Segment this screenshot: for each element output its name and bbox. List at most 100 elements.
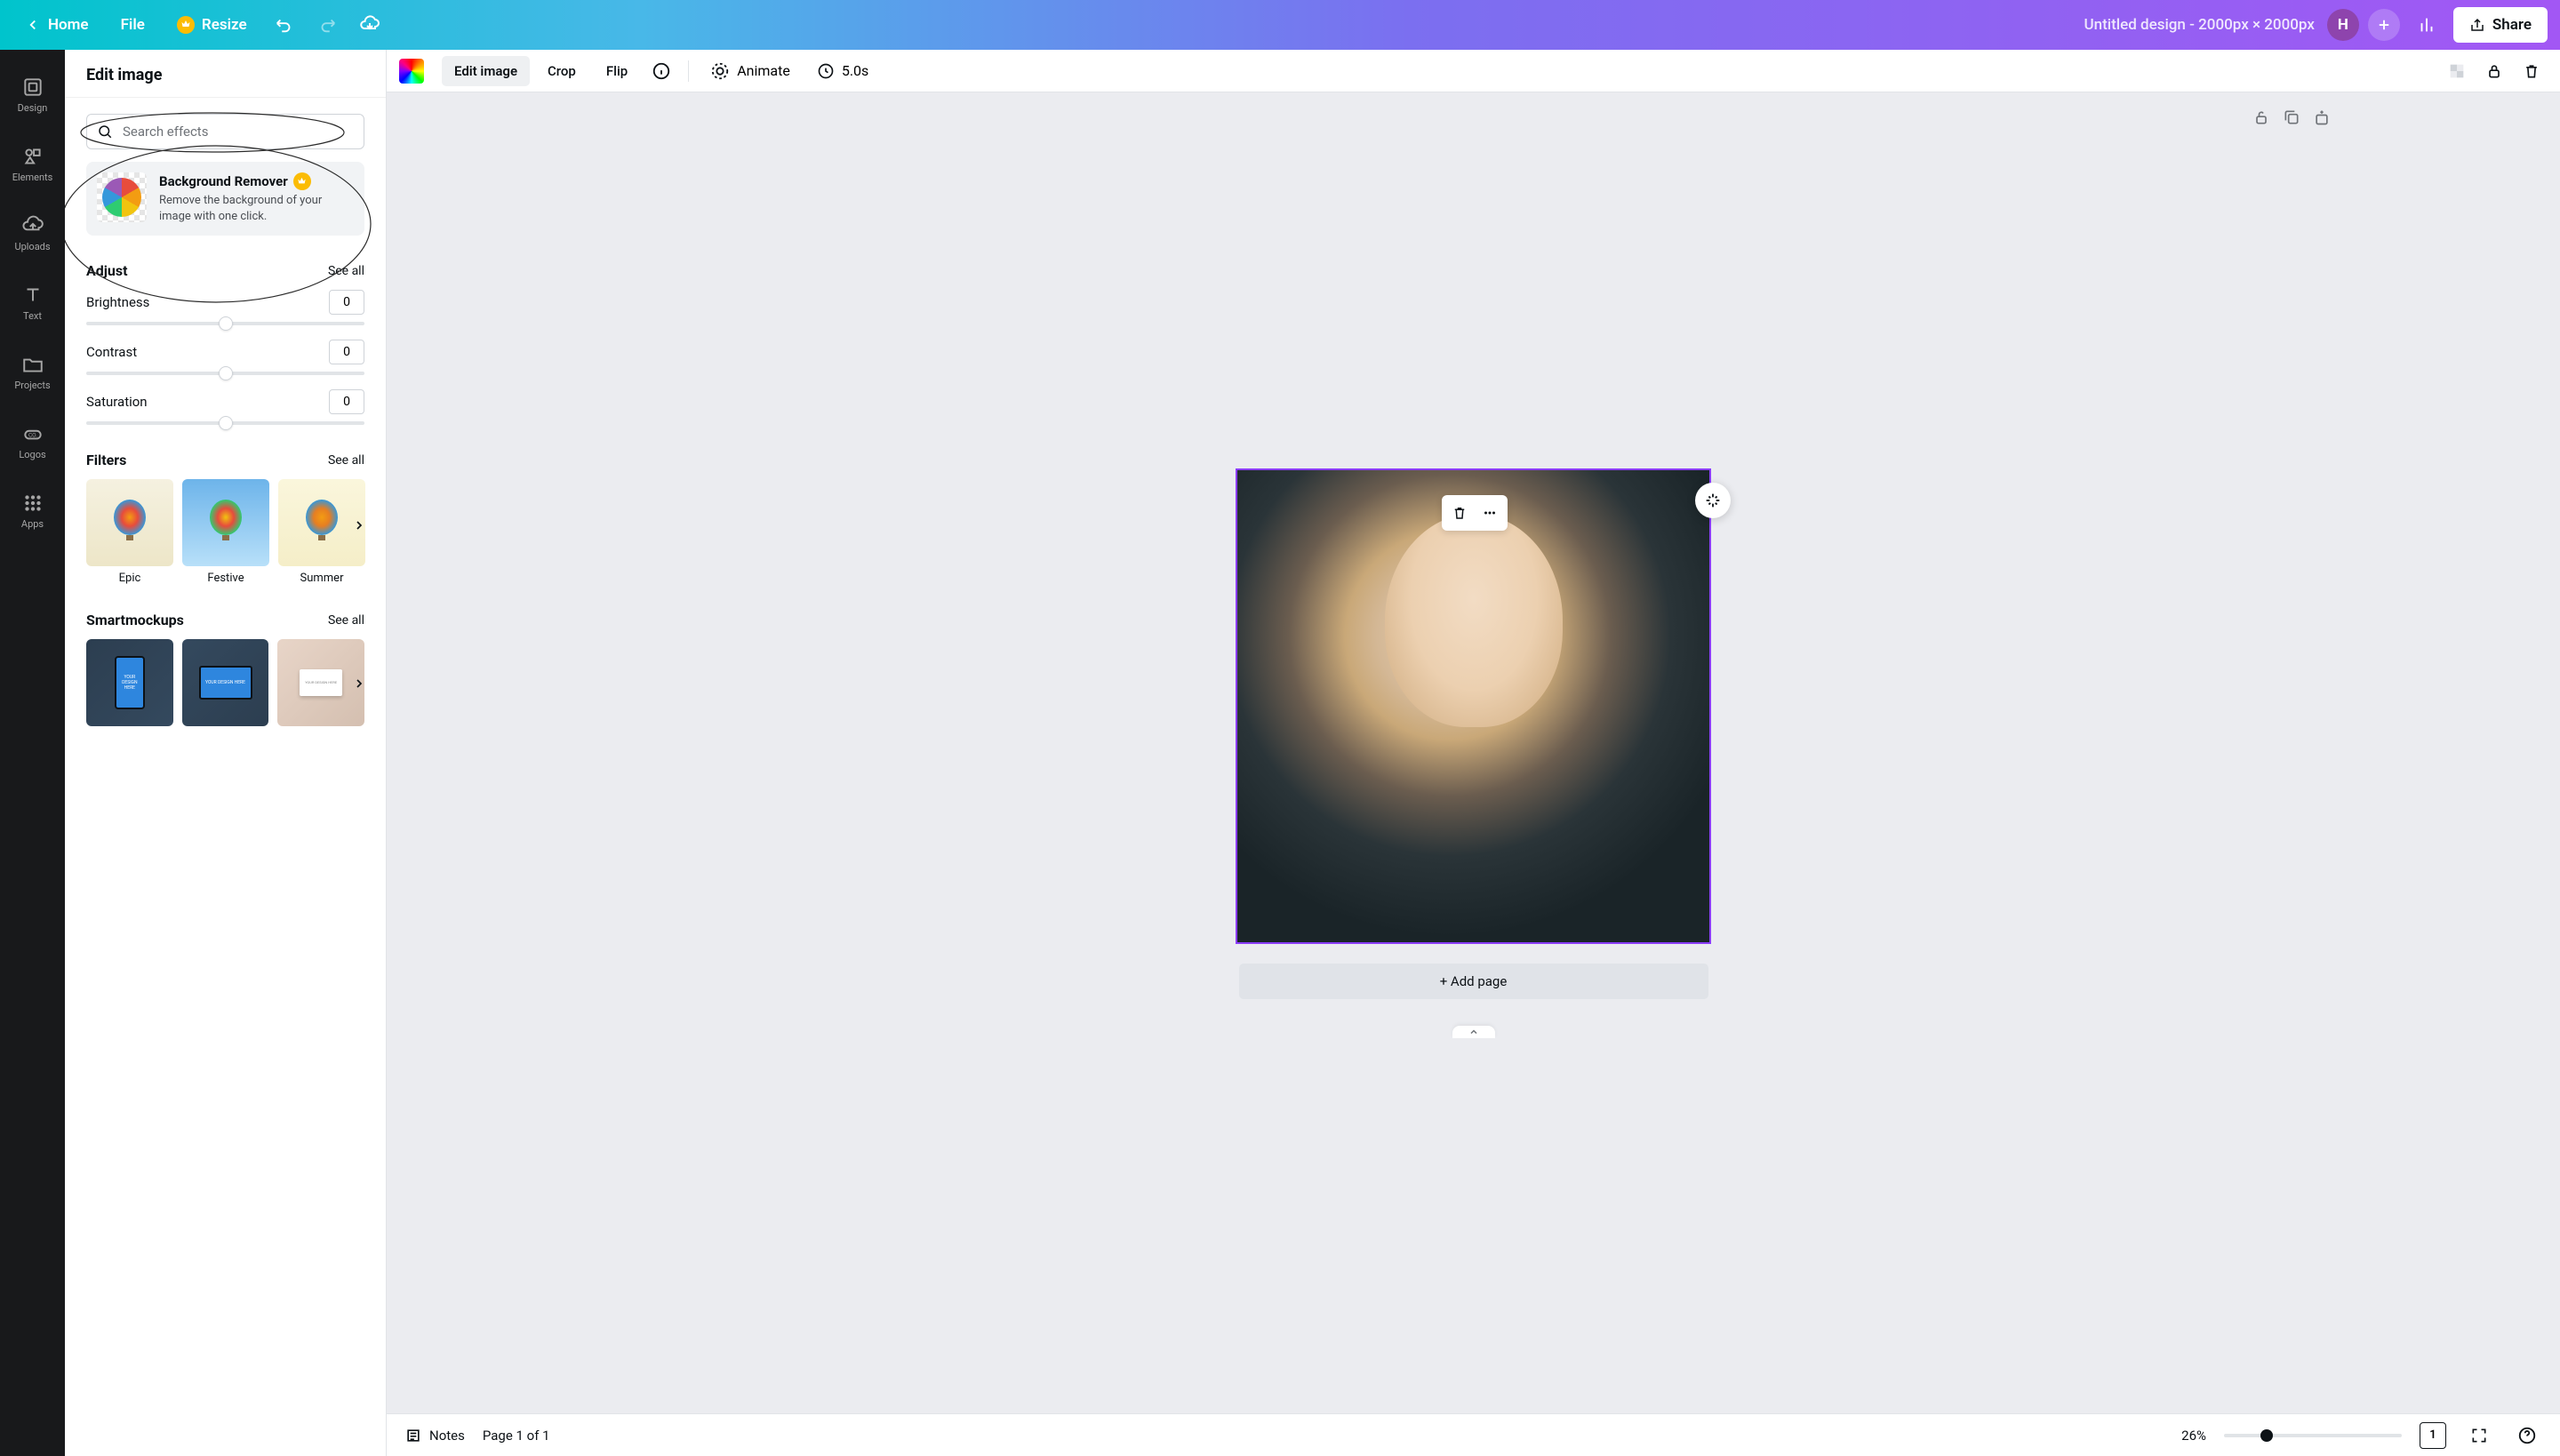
- element-more-button[interactable]: [1476, 499, 1504, 527]
- filters-next-button[interactable]: [348, 515, 370, 536]
- plus-icon: [2376, 17, 2392, 33]
- apps-icon: [21, 492, 44, 515]
- contrast-value[interactable]: 0: [329, 340, 364, 364]
- nav-text-label: Text: [23, 310, 42, 322]
- info-button[interactable]: [645, 55, 677, 87]
- more-icon: [1482, 505, 1498, 521]
- share-button[interactable]: Share: [2453, 7, 2548, 43]
- edit-image-button[interactable]: Edit image: [442, 56, 530, 86]
- zoom-slider-thumb[interactable]: [2260, 1429, 2273, 1442]
- search-wrap: [86, 114, 364, 149]
- nav-uploads[interactable]: Uploads: [1, 201, 65, 265]
- insights-button[interactable]: [2409, 7, 2444, 43]
- slider-thumb[interactable]: [219, 316, 233, 331]
- panel-title: Edit image: [65, 50, 386, 98]
- bottom-bar: Notes Page 1 of 1 26% 1: [387, 1413, 2560, 1456]
- add-page-above-icon[interactable]: [2313, 108, 2331, 126]
- nav-design[interactable]: Design: [1, 62, 65, 126]
- saturation-value[interactable]: 0: [329, 389, 364, 414]
- delete-button[interactable]: [2516, 55, 2548, 87]
- bg-remover-title: Background Remover: [159, 173, 288, 189]
- brightness-value[interactable]: 0: [329, 290, 364, 315]
- filter-summer-name: Summer: [278, 572, 365, 585]
- mockup-laptop[interactable]: YOUR DESIGN HERE: [182, 639, 269, 726]
- filter-festive[interactable]: Festive: [182, 479, 269, 585]
- crop-button[interactable]: Crop: [535, 56, 588, 86]
- contrast-slider[interactable]: [86, 372, 364, 375]
- smartmockups-see-all[interactable]: See all: [328, 613, 364, 628]
- unlock-page-icon[interactable]: [2252, 108, 2270, 126]
- add-member-button[interactable]: [2368, 9, 2400, 41]
- mockup-phone[interactable]: YOUR DESIGN HERE: [86, 639, 173, 726]
- file-button[interactable]: File: [108, 9, 157, 41]
- cloud-sync-button[interactable]: [352, 7, 388, 43]
- mockups-next-button[interactable]: [348, 673, 370, 694]
- transparency-button[interactable]: [2441, 55, 2473, 87]
- timing-button[interactable]: 5.0s: [806, 57, 879, 85]
- brightness-label: Brightness: [86, 294, 149, 310]
- duplicate-page-icon[interactable]: [2283, 108, 2300, 126]
- context-toolbar: Edit image Crop Flip Animate 5.0s: [387, 50, 2560, 92]
- help-button[interactable]: [2512, 1420, 2542, 1451]
- avatar-initial: H: [2338, 16, 2348, 34]
- canvas-viewport[interactable]: + Add page: [387, 92, 2560, 1413]
- collapse-footer-tab[interactable]: [1452, 1026, 1495, 1038]
- nav-logos[interactable]: CO. Logos: [1, 409, 65, 473]
- nav-projects[interactable]: Projects: [1, 340, 65, 404]
- canvas-frame[interactable]: [1236, 468, 1711, 944]
- saturation-slider[interactable]: [86, 421, 364, 425]
- resize-button[interactable]: Resize: [164, 9, 260, 41]
- bg-remover-thumb: [97, 172, 147, 222]
- ai-suggest-button[interactable]: [1695, 483, 1731, 518]
- filters-title: Filters: [86, 452, 126, 468]
- color-swatch-button[interactable]: [399, 59, 424, 84]
- delete-element-button[interactable]: [1445, 499, 1474, 527]
- balloon-icon: [295, 496, 348, 549]
- header-center: Untitled design - 2000px × 2000px: [388, 16, 2327, 34]
- search-input[interactable]: [86, 114, 364, 149]
- zoom-slider[interactable]: [2224, 1434, 2402, 1437]
- redo-icon: [317, 15, 337, 35]
- zoom-percent[interactable]: 26%: [2181, 1428, 2206, 1444]
- nav-text[interactable]: Text: [1, 270, 65, 334]
- info-icon: [652, 61, 671, 81]
- lock-button[interactable]: [2478, 55, 2510, 87]
- document-title[interactable]: Untitled design - 2000px × 2000px: [2084, 16, 2315, 34]
- elements-icon: [21, 145, 44, 168]
- brightness-slider[interactable]: [86, 322, 364, 325]
- trash-icon: [1452, 505, 1468, 521]
- svg-text:CO.: CO.: [28, 431, 36, 438]
- slider-thumb[interactable]: [219, 416, 233, 430]
- filter-epic[interactable]: Epic: [86, 479, 173, 585]
- avatar[interactable]: H: [2327, 9, 2359, 41]
- undo-icon: [275, 15, 294, 35]
- slider-thumb[interactable]: [219, 366, 233, 380]
- adjust-see-all[interactable]: See all: [328, 264, 364, 278]
- background-remover-card[interactable]: Background Remover Remove the background…: [86, 162, 364, 236]
- beachball-icon: [102, 178, 141, 217]
- chart-icon: [2417, 15, 2436, 35]
- page-count-badge[interactable]: 1: [2420, 1422, 2446, 1449]
- undo-button[interactable]: [267, 7, 302, 43]
- flip-button[interactable]: Flip: [594, 56, 640, 86]
- redo-button[interactable]: [309, 7, 345, 43]
- nav-elements[interactable]: Elements: [1, 132, 65, 196]
- filter-festive-name: Festive: [182, 572, 269, 585]
- home-button[interactable]: Home: [12, 9, 101, 41]
- balloon-icon: [103, 496, 156, 549]
- add-page-button[interactable]: + Add page: [1239, 964, 1708, 999]
- logos-icon: CO.: [21, 422, 44, 445]
- text-icon: [21, 284, 44, 307]
- fullscreen-button[interactable]: [2464, 1420, 2494, 1451]
- floating-element-toolbar: [1442, 495, 1508, 531]
- notes-button[interactable]: Notes: [404, 1427, 465, 1444]
- chevron-right-icon: [352, 676, 366, 691]
- fullscreen-icon: [2470, 1427, 2488, 1444]
- nav-apps[interactable]: Apps: [1, 478, 65, 542]
- adjust-brightness: Brightness 0: [86, 290, 364, 325]
- animate-button[interactable]: Animate: [700, 56, 801, 86]
- selected-image[interactable]: [1237, 470, 1709, 942]
- design-icon: [21, 76, 44, 99]
- filters-see-all[interactable]: See all: [328, 453, 364, 468]
- adjust-head: Adjust See all: [86, 262, 364, 279]
